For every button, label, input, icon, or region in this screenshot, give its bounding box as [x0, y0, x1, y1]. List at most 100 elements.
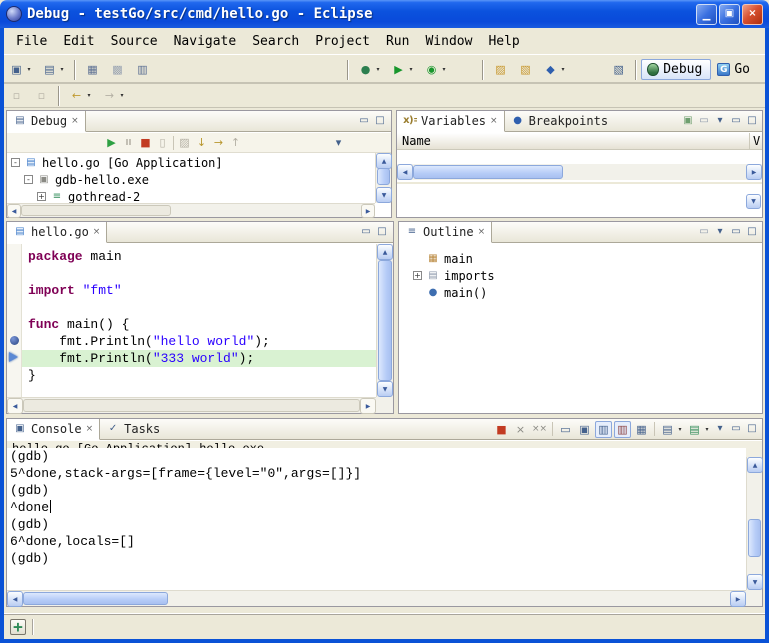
menu-navigate[interactable]: Navigate — [166, 31, 245, 52]
code-line[interactable]: import "fmt" — [22, 282, 376, 299]
print-button[interactable]: ▥ — [131, 58, 154, 82]
show-stdout-button[interactable]: ▥ — [595, 421, 612, 438]
variables-tree[interactable] — [397, 150, 762, 164]
chevron-down-icon[interactable]: ▾ — [440, 66, 448, 73]
scrollbar-thumb[interactable] — [23, 399, 360, 412]
outline-tab[interactable]: ≡ Outline × — [399, 222, 492, 243]
open-console-button[interactable]: ▤▾ — [686, 421, 711, 438]
minimize-view-icon[interactable]: ▭ — [729, 225, 743, 239]
outline-item[interactable]: ▦main — [413, 250, 762, 267]
step-over-button[interactable]: → — [210, 134, 227, 151]
debug-tree-item[interactable]: +≡gothread-2 — [7, 188, 375, 203]
variables-horizontal-scrollbar[interactable]: ◀ ▶ — [397, 164, 762, 180]
scroll-left-button[interactable]: ◀ — [397, 164, 413, 180]
chevron-down-icon[interactable]: ▾ — [703, 426, 711, 433]
code-line[interactable]: package main — [22, 248, 376, 265]
menu-window[interactable]: Window — [417, 31, 480, 52]
debug-horizontal-scrollbar[interactable]: ◀ ▶ — [7, 203, 375, 217]
code-line[interactable] — [22, 299, 376, 316]
chevron-down-icon[interactable]: ▾ — [85, 92, 93, 99]
scroll-down-button[interactable]: ▼ — [747, 574, 763, 590]
editor-marker-ruler[interactable] — [7, 244, 22, 397]
variables-column-header[interactable]: Name V — [397, 133, 762, 150]
tree-expander[interactable]: - — [24, 175, 33, 184]
view-menu-icon[interactable]: ▾ — [330, 134, 347, 151]
debug-launch-button[interactable]: ●▾ — [354, 58, 385, 82]
open-resource-button[interactable]: ▧ — [514, 58, 537, 82]
scrollbar-thumb[interactable] — [23, 592, 168, 605]
console-output[interactable]: (gdb)5^done,stack-args=[frame={level="0"… — [7, 448, 746, 590]
chevron-down-icon[interactable]: ▾ — [25, 66, 33, 73]
tree-expander[interactable]: + — [413, 271, 422, 280]
maximize-button[interactable]: ▣ — [719, 4, 740, 25]
chevron-down-icon[interactable]: ▾ — [118, 92, 126, 99]
back-button[interactable]: ←▾ — [65, 84, 96, 108]
scrollbar-thumb[interactable] — [377, 168, 390, 185]
chevron-down-icon[interactable]: ▾ — [407, 66, 415, 73]
new-element-button[interactable]: ▤▾ — [38, 58, 69, 82]
maximize-view-icon[interactable]: □ — [745, 225, 759, 239]
close-icon[interactable]: × — [490, 116, 498, 126]
editor-tab-hello-go[interactable]: ▤ hello.go × — [7, 222, 107, 243]
breakpoints-tab[interactable]: ● Breakpoints — [505, 111, 614, 131]
debug-vertical-scrollbar[interactable]: ▲ ▼ — [375, 153, 391, 203]
variables-tab[interactable]: (x)= Variables × — [397, 111, 505, 132]
menu-run[interactable]: Run — [378, 31, 417, 52]
search-button[interactable]: ◆▾ — [539, 58, 570, 82]
close-button[interactable]: × — [742, 4, 763, 25]
clear-console-button[interactable]: ▭ — [557, 421, 574, 438]
menu-search[interactable]: Search — [244, 31, 307, 52]
maximize-view-icon[interactable]: □ — [375, 225, 389, 239]
maximize-view-icon[interactable]: □ — [745, 114, 759, 128]
save-button[interactable]: ▦ — [81, 58, 104, 82]
terminate-button[interactable]: ■ — [493, 421, 510, 438]
outline-item[interactable]: ●main() — [413, 284, 762, 301]
display-console-button[interactable]: ▤▾ — [659, 421, 684, 438]
scroll-left-button[interactable]: ◀ — [7, 204, 21, 218]
console-tab[interactable]: ▣ Console × — [7, 419, 100, 440]
debug-tree-item[interactable]: -▣gdb-hello.exe — [7, 171, 375, 188]
view-menu-icon[interactable]: ▾ — [713, 422, 727, 436]
view-menu-icon[interactable]: ▾ — [713, 114, 727, 128]
open-perspective-button[interactable]: ▧ — [607, 58, 630, 82]
scrollbar-thumb[interactable] — [21, 205, 171, 216]
scroll-up-button[interactable]: ▲ — [377, 244, 393, 260]
code-line[interactable]: } — [22, 367, 376, 384]
scroll-left-button[interactable]: ◀ — [7, 591, 23, 607]
minimize-button[interactable]: ▁ — [696, 4, 717, 25]
step-filters-button[interactable]: ▨ — [176, 134, 193, 151]
remove-all-launches-button[interactable]: ×× — [531, 421, 548, 438]
menu-file[interactable]: File — [8, 31, 55, 52]
scrollbar-thumb[interactable] — [378, 260, 392, 381]
tree-expander[interactable]: - — [11, 158, 20, 167]
close-icon[interactable]: × — [86, 424, 94, 434]
collapse-all-icon[interactable]: ▭ — [697, 225, 711, 239]
show-stderr-button[interactable]: ▥ — [614, 421, 631, 438]
show-type-names-icon[interactable]: ▣ — [681, 114, 695, 128]
external-tools-button[interactable]: ◉▾ — [420, 58, 451, 82]
menu-project[interactable]: Project — [307, 31, 378, 52]
new-wizard-button[interactable]: ▣▾ — [5, 58, 36, 82]
scroll-down-button[interactable]: ▼ — [376, 187, 392, 203]
code-line[interactable]: func main() { — [22, 316, 376, 333]
resume-button[interactable]: ▶ — [103, 134, 120, 151]
perspective-go-button[interactable]: G Go — [711, 59, 759, 80]
pin-console-button[interactable]: ▦ — [633, 421, 650, 438]
scroll-down-button[interactable]: ▼ — [746, 194, 761, 209]
breakpoint-marker-icon[interactable] — [10, 336, 19, 345]
debug-view-tab[interactable]: ▤ Debug × — [7, 111, 86, 132]
minimize-view-icon[interactable]: ▭ — [359, 225, 373, 239]
suspend-button[interactable]: II — [120, 134, 137, 151]
scroll-up-button[interactable]: ▲ — [747, 457, 763, 473]
open-element-button[interactable]: ▨ — [489, 58, 512, 82]
run-launch-button[interactable]: ▶▾ — [387, 58, 418, 82]
scroll-lock-button[interactable]: ▣ — [576, 421, 593, 438]
last-edit-button[interactable]: ▫ — [5, 84, 28, 108]
perspective-debug-button[interactable]: Debug — [641, 59, 711, 80]
save-all-button[interactable]: ▩ — [106, 58, 129, 82]
menu-help[interactable]: Help — [480, 31, 527, 52]
chevron-down-icon[interactable]: ▾ — [559, 66, 567, 73]
minimize-view-icon[interactable]: ▭ — [729, 422, 743, 436]
minimize-view-icon[interactable]: ▭ — [729, 114, 743, 128]
variables-detail-pane[interactable]: ▼ — [397, 182, 762, 217]
